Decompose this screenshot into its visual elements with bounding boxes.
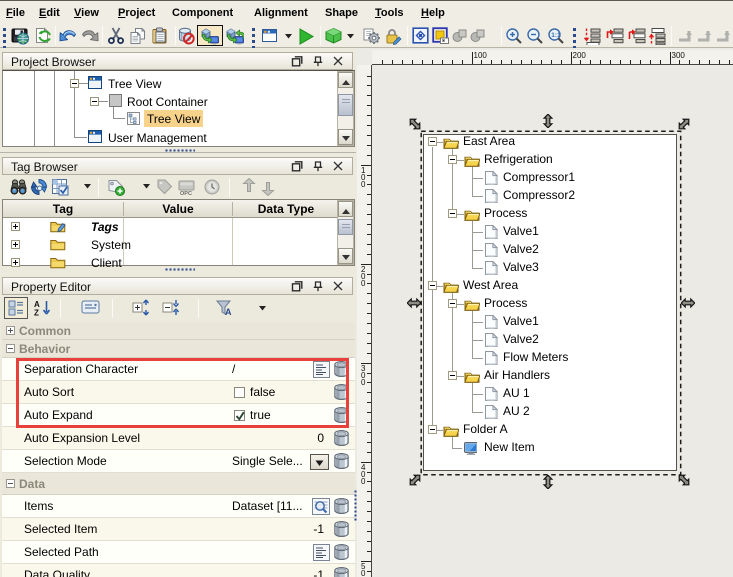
svg-text:A: A: [225, 307, 232, 317]
svg-text:Z: Z: [34, 309, 39, 318]
svg-text:OPC: OPC: [180, 191, 192, 196]
svg-text:1:1: 1:1: [551, 32, 561, 39]
